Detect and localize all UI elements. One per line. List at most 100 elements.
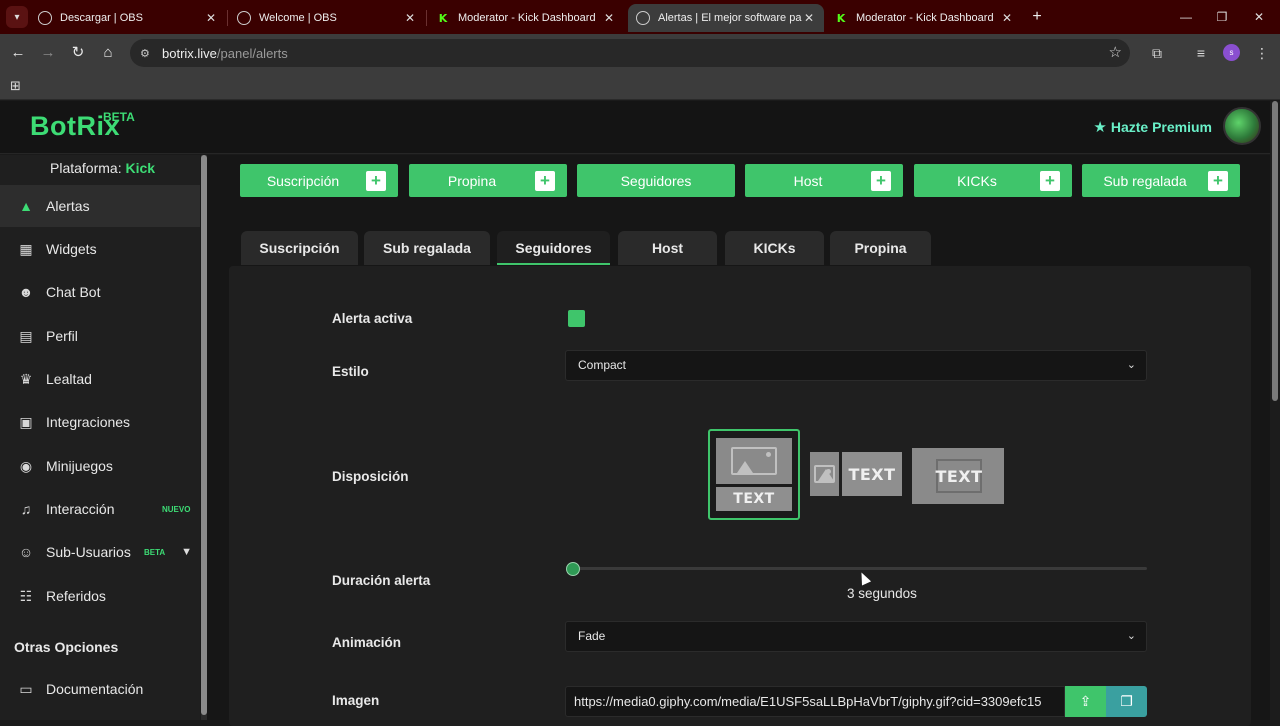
logo-beta-badge: BETA <box>103 110 135 124</box>
add-propina-button[interactable]: Propina + <box>409 164 567 197</box>
media-control-icon[interactable]: ≡ <box>1190 42 1212 64</box>
plus-icon: + <box>1208 170 1228 191</box>
referral-icon: ☷ <box>19 587 33 604</box>
sidebar-item-label: Lealtad <box>46 371 92 387</box>
tab-kicks[interactable]: KICKs <box>725 231 824 265</box>
image-placeholder-icon <box>810 452 839 496</box>
page-scroll-thumb[interactable] <box>1272 101 1278 401</box>
duration-slider-handle[interactable] <box>566 562 580 576</box>
premium-label: Hazte Premium <box>1110 119 1212 135</box>
window-close-icon[interactable]: ✕ <box>1250 8 1268 26</box>
close-icon[interactable]: ✕ <box>602 11 616 25</box>
site-info-icon[interactable]: ⚙ <box>140 47 154 60</box>
alert-active-checkbox[interactable] <box>568 310 585 327</box>
gamepad-icon: ◉ <box>19 457 33 474</box>
home-icon[interactable]: ⌂ <box>97 42 119 64</box>
browser-tab-active[interactable]: Alertas | El mejor software para ✕ <box>628 4 824 32</box>
book-icon: ▭ <box>19 680 33 697</box>
address-bar[interactable]: ⚙ botrix.live/panel/alerts ☆ <box>130 39 1130 67</box>
tab-seguidores[interactable]: Seguidores <box>497 231 610 265</box>
duration-slider-track[interactable] <box>573 567 1147 570</box>
page-scrollbar[interactable] <box>1270 101 1280 720</box>
browser-menu-icon[interactable]: ⋮ <box>1251 42 1273 64</box>
reload-icon[interactable]: ↻ <box>67 42 89 64</box>
restore-icon[interactable]: ❐ <box>1213 8 1231 26</box>
animation-select[interactable]: Fade ⌄ <box>565 621 1147 652</box>
add-button-label: Seguidores <box>620 172 692 189</box>
sidebar-item-sub-usuarios[interactable]: ☺ Sub-Usuarios BETA ▼ <box>0 531 200 573</box>
bookmark-star-icon[interactable]: ☆ <box>1109 43 1122 61</box>
minimize-icon[interactable]: — <box>1177 8 1195 26</box>
close-icon[interactable]: ✕ <box>403 11 417 25</box>
users-icon: ☺ <box>18 544 34 560</box>
add-button-label: KICKs <box>957 172 997 189</box>
botrix-icon <box>636 11 650 25</box>
sidebar-item-perfil[interactable]: ▤ Perfil <box>0 315 200 357</box>
upload-icon[interactable]: ⇪ <box>1065 686 1106 717</box>
plus-icon: + <box>871 170 891 191</box>
sidebar-item-documentacion[interactable]: ▭ Documentación <box>0 668 200 710</box>
gallery-icon[interactable]: ❐ <box>1106 686 1147 717</box>
layout-text-preview: TEXT <box>842 452 902 496</box>
plus-icon: + <box>366 170 386 191</box>
alert-triangle-icon: ▲ <box>19 198 33 214</box>
style-label: Estilo <box>332 364 369 379</box>
close-icon[interactable]: ✕ <box>1000 11 1014 25</box>
tab-search-icon[interactable]: ▾ <box>6 6 28 28</box>
add-button-label: Propina <box>447 172 497 189</box>
sidebar-item-label: Chat Bot <box>46 284 101 300</box>
tab-sub-regalada[interactable]: Sub regalada <box>364 231 490 265</box>
sidebar-item-alertas[interactable]: ▲ Alertas <box>0 185 200 227</box>
browser-tab[interactable]: Descargar | OBS ✕ <box>30 4 226 32</box>
alert-type-tabs: Suscripción Sub regalada Seguidores Host… <box>207 231 1270 266</box>
tab-host[interactable]: Host <box>618 231 717 265</box>
sidebar-item-integraciones[interactable]: ▣ Integraciones <box>0 401 200 443</box>
new-tab-plus-icon[interactable]: + <box>1028 8 1046 26</box>
add-sub-regalada-button[interactable]: Sub regalada + <box>1082 164 1240 197</box>
premium-link[interactable]: ★ Hazte Premium <box>1093 118 1212 136</box>
layout-text-preview: TEXT <box>716 487 792 511</box>
add-button-label: Host <box>793 172 823 189</box>
style-select[interactable]: Compact ⌄ <box>565 350 1147 381</box>
image-url-input[interactable]: https://media0.giphy.com/media/E1USF5saL… <box>565 686 1065 717</box>
url-host: botrix.live <box>162 45 217 61</box>
layout-option-image-top[interactable]: TEXT <box>708 429 800 520</box>
browser-tab[interactable]: K Moderator - Kick Dashboard ✕ <box>428 4 624 32</box>
tab-propina[interactable]: Propina <box>830 231 931 265</box>
profile-avatar[interactable]: s <box>1223 44 1240 61</box>
sidebar-item-chat-bot[interactable]: ☻ Chat Bot <box>0 271 200 313</box>
sidebar-item-interaccion[interactable]: ♫ Interacción NUEVO <box>0 488 200 530</box>
back-arrow-icon[interactable]: ← <box>7 42 29 64</box>
close-icon[interactable]: ✕ <box>802 11 816 25</box>
user-avatar[interactable] <box>1223 107 1261 145</box>
add-kicks-button[interactable]: KICKs + <box>914 164 1072 197</box>
sidebar-section-heading: Otras Opciones <box>14 639 119 655</box>
duration-value-text: 3 segundos <box>847 586 917 601</box>
close-icon[interactable]: ✕ <box>204 11 218 25</box>
browser-tab[interactable]: Welcome | OBS ✕ <box>229 4 425 32</box>
sidebar-item-referidos[interactable]: ☷ Referidos <box>0 575 200 617</box>
add-suscripcion-button[interactable]: Suscripción + <box>240 164 398 197</box>
forward-arrow-icon[interactable]: → <box>37 42 59 64</box>
chevron-down-icon: ⌄ <box>1126 630 1136 642</box>
globe-icon <box>237 11 251 25</box>
duration-unit: segundos <box>858 586 917 601</box>
platform-indicator: Plataforma: Kick <box>50 160 155 176</box>
sidebar-item-label: Interacción <box>46 501 115 517</box>
sidebar-item-minijuegos[interactable]: ◉ Minijuegos <box>0 445 200 487</box>
extensions-icon[interactable]: ⧉ <box>1146 42 1168 64</box>
chevron-down-icon[interactable]: ▼ <box>181 546 192 558</box>
image-label: Imagen <box>332 693 380 708</box>
browser-tab-bar: ▾ Descargar | OBS ✕ Welcome | OBS ✕ K Mo… <box>0 0 1280 34</box>
sidebar-item-label: Widgets <box>46 241 97 257</box>
sidebar-item-lealtad[interactable]: ♛ Lealtad <box>0 358 200 400</box>
add-host-button[interactable]: Host + <box>745 164 903 197</box>
layout-option-overlay[interactable]: TEXT <box>912 448 1004 504</box>
tab-suscripcion[interactable]: Suscripción <box>241 231 358 265</box>
layout-option-image-left[interactable]: TEXT <box>810 452 904 502</box>
sidebar-item-widgets[interactable]: ▦ Widgets <box>0 228 200 270</box>
apps-grid-icon[interactable]: ⊞ <box>10 78 21 94</box>
browser-tab[interactable]: K Moderator - Kick Dashboard ✕ <box>826 4 1022 32</box>
new-badge: NUEVO <box>162 504 191 514</box>
add-seguidores-button[interactable]: Seguidores <box>577 164 735 197</box>
